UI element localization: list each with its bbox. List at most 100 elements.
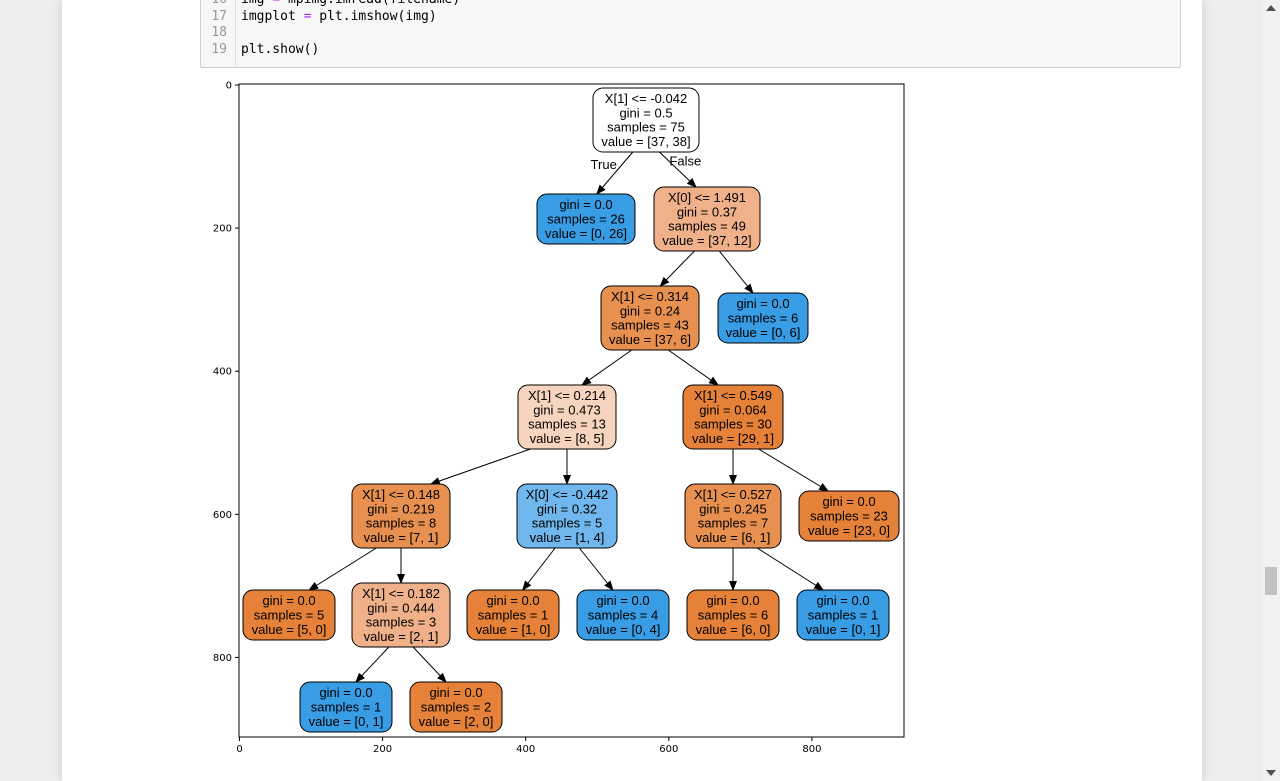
tree-node-text: samples = 13 <box>528 417 606 432</box>
tree-node-text: gini = 0.219 <box>367 501 435 516</box>
tree-node-text: value = [0, 4] <box>586 622 661 637</box>
tree-node: X[1] <= 0.314gini = 0.24samples = 43valu… <box>600 285 700 351</box>
tree-node: gini = 0.0samples = 6value = [0, 6] <box>717 292 809 344</box>
tree-node-text: samples = 2 <box>421 700 491 715</box>
tree-node-text: X[1] <= -0.042 <box>605 91 687 106</box>
tree-node-text: samples = 23 <box>810 509 888 524</box>
x-tick-label: 0 <box>236 744 242 755</box>
tree-node-text: value = [8, 5] <box>530 431 605 446</box>
tree-node-text: gini = 0.0 <box>486 593 539 608</box>
tree-node-text: value = [23, 0] <box>808 523 890 538</box>
tree-node-text: samples = 5 <box>254 608 324 623</box>
tree-node-text: samples = 8 <box>366 516 436 531</box>
y-tick-label: 200 <box>213 224 232 235</box>
tree-node-text: X[1] <= 0.549 <box>694 388 772 403</box>
tree-node-text: value = [2, 1] <box>364 629 439 644</box>
tree-node-text: gini = 0.245 <box>699 501 767 516</box>
tree-node-text: samples = 30 <box>694 417 772 432</box>
tree-node: X[1] <= 0.549gini = 0.064samples = 30val… <box>682 384 784 450</box>
tree-node: gini = 0.0samples = 1value = [0, 1] <box>299 681 393 733</box>
tree-node-text: value = [6, 0] <box>696 622 771 637</box>
tree-node: X[1] <= 0.182gini = 0.444samples = 3valu… <box>351 582 451 648</box>
tree-node-text: value = [5, 0] <box>252 622 327 637</box>
tree-node-text: value = [6, 1] <box>696 530 771 545</box>
tree-node-text: gini = 0.0 <box>319 685 372 700</box>
tree-node-text: samples = 1 <box>478 608 548 623</box>
tree-node-text: samples = 4 <box>588 608 658 623</box>
x-axis: 0 200 400 600 800 <box>236 737 821 755</box>
tree-node: X[0] <= 1.491gini = 0.37samples = 49valu… <box>653 186 761 252</box>
tree-node: gini = 0.0samples = 4value = [0, 4] <box>576 589 670 641</box>
tree-node-text: value = [0, 6] <box>726 325 801 340</box>
tree-node-text: X[1] <= 0.148 <box>362 487 440 502</box>
page-scrollbar[interactable] <box>1262 0 1280 781</box>
tree-node-text: value = [1, 4] <box>530 530 605 545</box>
tree-node: gini = 0.0samples = 26value = [0, 26] <box>536 193 636 245</box>
tree-node-text: samples = 6 <box>698 608 768 623</box>
tree-node-text: value = [0, 1] <box>309 714 384 729</box>
tree-node-text: gini = 0.37 <box>677 204 737 219</box>
y-tick-label: 600 <box>213 510 232 521</box>
tree-node-text: value = [37, 38] <box>601 134 690 149</box>
tree-node-text: samples = 49 <box>668 219 746 234</box>
tree-node: gini = 0.0samples = 1value = [1, 0] <box>466 589 560 641</box>
tree-node-text: X[1] <= 0.182 <box>362 586 440 601</box>
tree-node-text: gini = 0.064 <box>699 402 767 417</box>
x-tick-label: 800 <box>802 744 821 755</box>
tree-node-text: X[0] <= 1.491 <box>668 190 746 205</box>
tree-node: gini = 0.0samples = 5value = [5, 0] <box>242 589 336 641</box>
tree-node: gini = 0.0samples = 2value = [2, 0] <box>409 681 503 733</box>
tree-node: gini = 0.0samples = 23value = [23, 0] <box>798 490 900 542</box>
tree-node-text: samples = 43 <box>611 318 689 333</box>
tree-node: gini = 0.0samples = 1value = [0, 1] <box>796 589 890 641</box>
tree-node-text: gini = 0.5 <box>619 105 672 120</box>
tree-node-text: gini = 0.0 <box>429 685 482 700</box>
tree-node-text: samples = 5 <box>532 516 602 531</box>
tree-node-text: value = [1, 0] <box>476 622 551 637</box>
tree-node-text: samples = 6 <box>728 311 798 326</box>
tree-node: X[1] <= 0.214gini = 0.473samples = 13val… <box>517 384 617 450</box>
tree-node-text: value = [2, 0] <box>419 714 494 729</box>
tree-node: X[1] <= 0.148gini = 0.219samples = 8valu… <box>351 483 451 549</box>
x-tick-label: 600 <box>659 744 678 755</box>
tree-node-text: samples = 1 <box>808 608 878 623</box>
tree-node-text: value = [0, 26] <box>545 226 627 241</box>
tree-node-text: gini = 0.0 <box>559 197 612 212</box>
tree-node-text: value = [37, 12] <box>662 233 751 248</box>
tree-node-text: gini = 0.444 <box>367 600 435 615</box>
scroll-up-arrow-icon[interactable] <box>1266 5 1276 11</box>
tree-node-text: samples = 3 <box>366 615 436 630</box>
tree-node-text: X[1] <= 0.314 <box>611 289 689 304</box>
tree-node-text: value = [7, 1] <box>364 530 439 545</box>
tree-node-text: samples = 1 <box>311 700 381 715</box>
tree-node-text: X[1] <= 0.214 <box>528 388 606 403</box>
scroll-down-arrow-icon[interactable] <box>1266 770 1276 776</box>
tree-node-text: X[0] <= -0.442 <box>526 487 608 502</box>
x-tick-label: 200 <box>373 744 392 755</box>
tree-node: X[0] <= -0.442gini = 0.32samples = 5valu… <box>516 483 618 549</box>
y-tick-label: 400 <box>213 367 232 378</box>
tree-node: gini = 0.0samples = 6value = [6, 0] <box>686 589 780 641</box>
tree-node-text: samples = 7 <box>698 516 768 531</box>
tree-node-text: samples = 75 <box>607 120 685 135</box>
x-tick-label: 400 <box>516 744 535 755</box>
y-tick-label: 800 <box>213 653 232 664</box>
y-axis: 0 200 400 600 800 <box>213 81 239 664</box>
edge-label: False <box>669 154 701 169</box>
decision-tree-figure: True False X[1] <= -0.042gini = 0.5sample… <box>213 81 905 755</box>
tree-node-text: value = [29, 1] <box>692 431 774 446</box>
tree-node-text: gini = 0.24 <box>620 303 680 318</box>
scrollbar-thumb[interactable] <box>1265 567 1277 595</box>
tree-node-text: gini = 0.0 <box>262 593 315 608</box>
tree-node-text: gini = 0.0 <box>816 593 869 608</box>
tree-node-text: value = [37, 6] <box>609 332 691 347</box>
tree-node-text: value = [0, 1] <box>806 622 881 637</box>
tree-node-text: gini = 0.0 <box>736 296 789 311</box>
edge-label: True <box>591 157 617 172</box>
y-tick-label: 0 <box>226 81 232 92</box>
tree-node-text: X[1] <= 0.527 <box>694 487 772 502</box>
tree-node-text: gini = 0.32 <box>537 501 597 516</box>
tree-node-text: gini = 0.0 <box>822 494 875 509</box>
tree-node-text: samples = 26 <box>547 212 625 227</box>
tree-node-text: gini = 0.0 <box>706 593 759 608</box>
